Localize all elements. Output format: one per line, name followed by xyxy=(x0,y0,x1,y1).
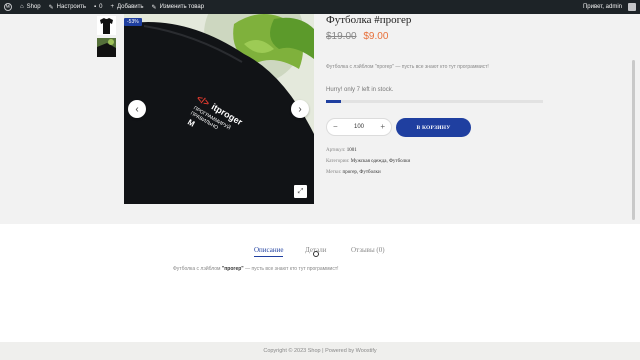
wordpress-icon: W xyxy=(4,3,12,11)
site-name-menu[interactable]: ⌂ Shop xyxy=(16,0,45,14)
product-tabs-section: Описание Детали Отзывы (0) Футболка с лэ… xyxy=(0,224,640,342)
new-content-menu[interactable]: + Добавить xyxy=(106,0,147,14)
tab-description-content: Футболка с лэйблом "прогер" — пусть все … xyxy=(173,266,339,272)
comments-count: 0 xyxy=(99,4,103,10)
page-scrollbar[interactable] xyxy=(632,60,635,220)
tshirt-photo: </> itproger ПРОГРАММИРУЙ ПРАВИЛЬНО M xyxy=(124,14,314,204)
edit-product-menu[interactable]: ✎ Изменить товар xyxy=(148,0,209,14)
zoom-button[interactable]: ⤢ xyxy=(294,185,307,198)
expand-icon: ⤢ xyxy=(297,187,304,195)
gallery-thumbnail-1[interactable] xyxy=(97,16,116,35)
product-section xyxy=(0,14,640,224)
desc-prefix: Футболка с лэйблом xyxy=(173,266,222,272)
stock-progress-fill xyxy=(326,100,342,103)
wp-logo-menu[interactable]: W xyxy=(0,0,16,14)
tab-description[interactable]: Описание xyxy=(254,246,284,257)
brush-icon: ✎ xyxy=(48,4,54,11)
product-tags: Метки: прогер, Футболки xyxy=(326,170,381,175)
my-account-menu[interactable]: Привет, admin xyxy=(579,0,640,14)
gallery-next-button[interactable]: › xyxy=(291,100,309,118)
categories-label: Категории: xyxy=(326,159,350,164)
tags-label: Метки: xyxy=(326,170,342,175)
avatar xyxy=(628,3,636,11)
footer-copyright: Copyright © 2023 Shop | Powered by Woost… xyxy=(263,348,377,354)
sale-price: $9.00 xyxy=(363,31,389,42)
comments-menu[interactable]: ▪ 0 xyxy=(90,0,106,14)
greeting-label: Привет, admin xyxy=(582,4,622,10)
chevron-right-icon: › xyxy=(298,103,302,115)
desc-suffix: — пусть все знают кто тут программист! xyxy=(243,266,339,272)
stock-notice: Hurry! only 7 left in stock. xyxy=(326,87,394,93)
plus-icon[interactable]: + xyxy=(380,123,385,131)
site-name-label: Shop xyxy=(26,4,41,10)
stock-progress-bar xyxy=(326,100,543,103)
mouse-cursor-icon xyxy=(313,251,319,257)
quantity-value[interactable]: 100 xyxy=(354,124,364,130)
photo-thumbnail-icon xyxy=(97,38,116,57)
product-title: Футболка #прогер xyxy=(326,14,412,26)
product-sku: Артикул: 1001 xyxy=(326,148,357,153)
customize-label: Настроить xyxy=(56,4,86,10)
sale-badge: -53% xyxy=(124,18,142,26)
site-footer: Copyright © 2023 Shop | Powered by Woost… xyxy=(0,342,640,360)
plus-icon: + xyxy=(110,4,114,10)
gallery-thumbnail-2[interactable] xyxy=(97,38,116,57)
sku-value: 1001 xyxy=(346,148,357,153)
tab-reviews[interactable]: Отзывы (0) xyxy=(351,246,385,254)
tshirt-thumbnail-icon xyxy=(100,18,113,34)
pencil-icon: ✎ xyxy=(151,4,157,11)
categories-links[interactable]: Мужская одежда, Футболки xyxy=(351,159,411,164)
quantity-stepper[interactable]: − 100 + xyxy=(326,118,392,136)
product-categories: Категории: Мужская одежда, Футболки xyxy=(326,159,410,164)
edit-product-label: Изменить товар xyxy=(159,4,205,10)
chevron-left-icon: ‹ xyxy=(135,103,139,115)
sku-label: Артикул: xyxy=(326,148,346,153)
short-description: Футболка с лэйблом "прогер" — пусть все … xyxy=(326,64,489,70)
gallery-prev-button[interactable]: ‹ xyxy=(128,100,146,118)
tags-links[interactable]: прогер, Футболки xyxy=(343,170,381,175)
add-to-cart-button[interactable]: В КОРЗИНУ xyxy=(396,118,471,137)
product-main-image[interactable]: </> itproger ПРОГРАММИРУЙ ПРАВИЛЬНО M xyxy=(124,14,314,204)
customize-menu[interactable]: ✎ Настроить xyxy=(45,0,90,14)
minus-icon[interactable]: − xyxy=(333,123,338,131)
product-price: $19.00 $9.00 xyxy=(326,31,388,42)
comment-icon: ▪ xyxy=(94,4,97,10)
admin-bar: W ⌂ Shop ✎ Настроить ▪ 0 + Добавить ✎ Из… xyxy=(0,0,640,14)
new-content-label: Добавить xyxy=(117,4,144,10)
desc-bold: "прогер" xyxy=(221,266,244,272)
regular-price: $19.00 xyxy=(326,31,357,42)
home-icon: ⌂ xyxy=(20,4,24,10)
